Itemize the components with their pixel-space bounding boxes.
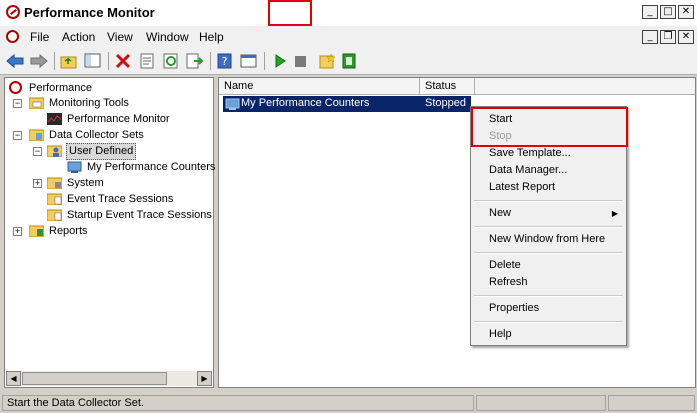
report-icon[interactable] — [340, 52, 358, 70]
tree-label: My Performance Counters — [87, 161, 216, 173]
collapse-icon[interactable]: − — [13, 99, 22, 108]
menu-item-help[interactable]: Help — [489, 328, 512, 340]
menu-file[interactable]: File — [30, 30, 49, 44]
close-button[interactable]: ✕ — [678, 5, 694, 19]
back-icon[interactable] — [6, 52, 24, 70]
show-hide-tree-icon[interactable] — [84, 52, 102, 70]
menu-help[interactable]: Help — [199, 30, 224, 44]
help-icon[interactable]: ? — [216, 52, 234, 70]
collapse-icon[interactable]: − — [13, 131, 22, 140]
toolbar-highlight-box — [268, 0, 312, 26]
system-menu-icon[interactable] — [6, 30, 19, 43]
export-icon[interactable] — [186, 52, 204, 70]
console-tree: Performance − Monitoring Tools Performan… — [4, 77, 216, 388]
menu-item-data-manager[interactable]: Data Manager... — [489, 164, 567, 176]
scroll-right-icon[interactable]: ▶ — [197, 371, 212, 386]
column-header-status[interactable]: Status — [420, 78, 475, 95]
tree-label: Event Trace Sessions — [67, 193, 174, 205]
trace-folder-icon — [47, 193, 62, 205]
title-bar: Performance Monitor _ □ ✕ — [0, 0, 697, 27]
toolbar: ? — [0, 48, 697, 75]
menu-item-refresh[interactable]: Refresh — [489, 276, 528, 288]
data-collector-folder-icon — [29, 129, 44, 141]
child-restore-button[interactable]: ❐ — [660, 30, 676, 44]
scroll-left-icon[interactable]: ◀ — [6, 371, 21, 386]
child-close-button[interactable]: ✕ — [678, 30, 694, 44]
tree-label: User Defined — [66, 143, 137, 160]
refresh-icon[interactable] — [162, 52, 180, 70]
menu-item-save-template[interactable]: Save Template... — [489, 147, 571, 159]
window-title: Performance Monitor — [24, 5, 155, 20]
menu-item-new-window[interactable]: New Window from Here — [489, 233, 605, 245]
svg-text:?: ? — [222, 55, 228, 68]
new-icon[interactable] — [318, 52, 336, 70]
row-status: Stopped — [425, 97, 466, 109]
status-pane-2 — [476, 395, 606, 411]
collector-set-icon — [67, 161, 82, 173]
expand-icon[interactable]: + — [13, 227, 22, 236]
chart-icon — [47, 113, 62, 125]
user-folder-icon — [47, 145, 62, 157]
delete-icon[interactable] — [114, 52, 132, 70]
table-row[interactable]: My Performance Counters Stopped — [223, 96, 471, 112]
tree-label: Startup Event Trace Sessions — [67, 209, 212, 221]
tree-label: Performance — [29, 82, 92, 94]
menu-window[interactable]: Window — [146, 30, 189, 44]
start-icon[interactable] — [271, 52, 289, 70]
performance-icon — [9, 81, 22, 94]
status-pane-3 — [608, 395, 695, 411]
tree-horizontal-scrollbar[interactable]: ◀ ▶ — [6, 371, 212, 386]
column-header-empty — [475, 78, 695, 95]
column-header-name[interactable]: Name — [219, 78, 420, 95]
menu-view[interactable]: View — [107, 30, 133, 44]
collapse-icon[interactable]: − — [33, 147, 42, 156]
expand-icon[interactable]: + — [33, 179, 42, 188]
stop-icon[interactable] — [292, 52, 310, 70]
menu-item-latest-report[interactable]: Latest Report — [489, 181, 555, 193]
submenu-arrow-icon: ▶ — [611, 209, 618, 218]
child-minimize-button[interactable]: _ — [642, 30, 658, 44]
menu-item-properties[interactable]: Properties — [489, 302, 539, 314]
tree-label: Data Collector Sets — [49, 129, 144, 141]
system-folder-icon — [47, 177, 62, 189]
menu-item-delete[interactable]: Delete — [489, 259, 521, 271]
collector-set-icon — [225, 98, 240, 110]
performance-monitor-app-icon — [6, 5, 20, 19]
scrollbar-thumb[interactable] — [22, 372, 167, 385]
tree-label: Performance Monitor — [67, 113, 170, 125]
status-text: Start the Data Collector Set. — [2, 395, 474, 411]
maximize-button[interactable]: □ — [660, 5, 676, 19]
tree-label: System — [67, 177, 104, 189]
row-name: My Performance Counters — [241, 97, 370, 109]
show-pane-icon[interactable] — [240, 52, 258, 70]
tree-label: Reports — [49, 225, 88, 237]
minimize-button[interactable]: _ — [642, 5, 658, 19]
tree-label: Monitoring Tools — [49, 97, 129, 109]
forward-icon[interactable] — [30, 52, 48, 70]
menu-action[interactable]: Action — [62, 30, 95, 44]
reports-folder-icon — [29, 225, 44, 237]
properties-icon[interactable] — [138, 52, 156, 70]
context-menu-highlight-box — [471, 107, 628, 147]
folder-icon — [29, 97, 44, 109]
menu-bar: File Action View Window Help _ ❐ ✕ — [0, 26, 697, 49]
up-folder-icon[interactable] — [60, 52, 78, 70]
trace-folder-icon — [47, 209, 62, 221]
status-bar: Start the Data Collector Set. — [0, 393, 697, 413]
menu-item-new[interactable]: New — [489, 207, 511, 219]
